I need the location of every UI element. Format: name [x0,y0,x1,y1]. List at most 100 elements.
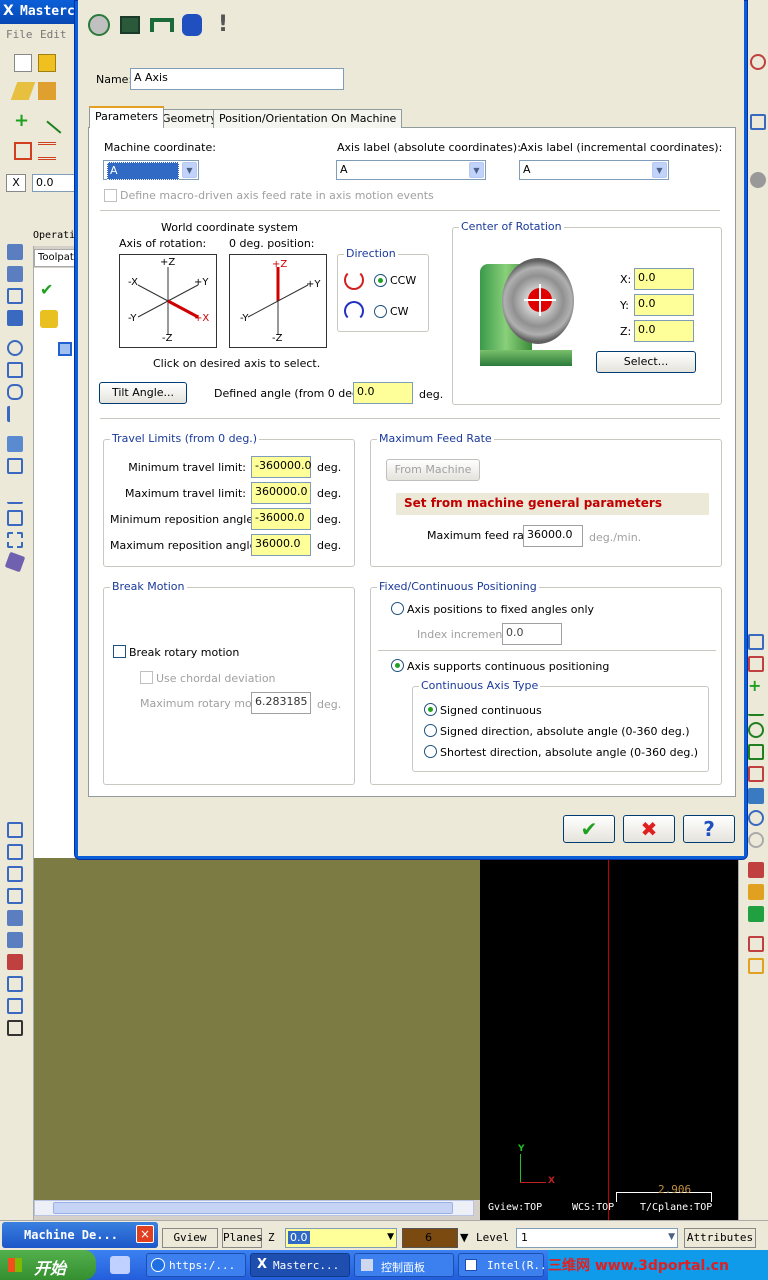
fixed-angles-radio[interactable] [391,602,404,615]
rot-py-label[interactable]: +Y [194,277,209,288]
right-icon-12[interactable] [748,810,764,826]
min-repo-input[interactable]: -36000.0 [251,508,311,530]
side-icon-3[interactable] [7,288,23,304]
zero-py-label[interactable]: +Y [306,279,321,290]
z-field[interactable]: 0.0 ▼ [285,1228,397,1248]
side-icon-20[interactable] [7,932,23,948]
side-icon-18[interactable] [7,888,23,904]
signed-cont-radio[interactable] [424,703,437,716]
side-icon-22[interactable] [7,976,23,992]
machine-def-close-icon[interactable]: × [136,1225,154,1243]
right-icon-11[interactable] [748,788,764,804]
side-icon-21[interactable] [7,954,23,970]
use-chordal-checkbox[interactable] [140,671,153,684]
chevron-down-icon[interactable]: ▼ [182,162,197,178]
side-icon-15[interactable] [7,822,23,838]
tab-position-orientation[interactable]: Position/Orientation On Machine [213,109,403,128]
taskbar-item-4[interactable]: Intel(R... [458,1253,553,1277]
chevron-down-icon[interactable]: ▼ [469,162,484,178]
quicklaunch-icon[interactable] [110,1256,130,1274]
component-icon[interactable] [120,16,140,34]
side-icon-16[interactable] [7,844,23,860]
cancel-button[interactable]: ✖ [623,815,675,843]
side-icon-8[interactable] [7,406,23,422]
name-input[interactable]: A Axis [130,68,344,90]
taskbar-item-2[interactable]: X Masterc... [250,1253,350,1277]
side-icon-13[interactable] [7,532,23,548]
measure-icon[interactable] [38,82,56,100]
side-icon-1[interactable] [7,244,23,260]
right-icon-13[interactable] [748,832,764,848]
max-feed-input[interactable]: 36000.0 [523,525,583,547]
y-input[interactable]: 0.0 [634,294,694,316]
graphics-viewport[interactable]: Y X 2.906 Gview:TOP WCS:TOP T/Cplane:TOP [480,856,738,1220]
right-icon-9[interactable] [748,744,764,760]
z-input[interactable]: 0.0 [634,320,694,342]
color-dropdown-icon[interactable]: ▼ [460,1231,468,1244]
side-icon-2[interactable] [7,266,23,282]
right-icon-16[interactable] [748,906,764,922]
zero-deg-picker[interactable]: +Z +Y -Y -Z [229,254,327,348]
select-button[interactable]: Select... [596,351,696,373]
taskbar-item-3[interactable]: 控制面板 [354,1253,454,1277]
lock-icon[interactable] [40,310,58,328]
side-icon-24[interactable] [7,1020,23,1036]
ops-tab[interactable]: Operati [30,230,78,246]
axis-label-abs-select[interactable]: A ▼ [336,160,486,180]
menu-file[interactable]: File [6,28,33,41]
right-icon-3[interactable] [750,172,766,188]
side-icon-17[interactable] [7,866,23,882]
horizontal-scrollbar[interactable] [34,1200,474,1216]
warning-icon[interactable]: ! [218,12,228,37]
machine-def-tab[interactable]: Machine De... × [2,1222,158,1248]
index-inc-input[interactable]: 0.0 [502,623,562,645]
scrollbar-thumb[interactable] [53,1202,453,1214]
side-icon-9[interactable] [7,436,23,452]
start-button[interactable]: 开始 [0,1250,96,1280]
right-icon-17[interactable] [748,936,764,952]
max-rotary-input[interactable]: 6.283185 [251,692,311,714]
planes-button[interactable]: Planes [222,1228,263,1248]
x-input[interactable]: 0.0 [634,268,694,290]
cw-radio[interactable] [374,305,387,318]
gview-button[interactable]: Gview [162,1228,218,1248]
side-icon-10[interactable] [7,458,23,474]
attributes-button[interactable]: Attributes [684,1228,756,1248]
rot-mz-label[interactable]: -Z [162,333,172,344]
side-icon-5[interactable] [7,340,23,356]
machine-icon[interactable] [88,14,110,36]
right-icon-18[interactable] [748,958,764,974]
zero-pz-label[interactable]: +Z [272,259,287,270]
grid-icon[interactable] [14,142,32,160]
zero-my-label[interactable]: -Y [240,313,249,324]
table-icon[interactable] [38,142,56,160]
right-icon-10[interactable] [748,766,764,782]
rot-my-label[interactable]: -Y [128,313,137,324]
macro-feed-checkbox[interactable] [104,189,117,202]
axis-rotation-picker[interactable]: +Z -X +Y -Y +X -Z [119,254,217,348]
side-icon-23[interactable] [7,998,23,1014]
right-icon-15[interactable] [748,884,764,900]
break-rotary-checkbox[interactable] [113,645,126,658]
coord-field[interactable]: 0.0 [32,174,78,192]
zero-mz-label[interactable]: -Z [272,333,282,344]
level-field[interactable]: 1 ▼ [516,1228,678,1248]
level-dropdown-icon[interactable]: ▼ [668,1232,675,1242]
tab-parameters[interactable]: Parameters [89,106,164,128]
tilt-angle-button[interactable]: Tilt Angle... [99,382,187,404]
signed-dir-radio[interactable] [424,724,437,737]
continuous-radio[interactable] [391,659,404,672]
machine-coord-select[interactable]: A ▼ [103,160,199,180]
right-icon-14[interactable] [748,862,764,878]
open-folder-icon[interactable] [38,54,56,72]
side-icon-19[interactable] [7,910,23,926]
right-icon-5[interactable] [748,656,764,672]
from-machine-button[interactable]: From Machine [386,459,480,481]
right-icon-8[interactable] [748,722,764,738]
max-repo-input[interactable]: 36000.0 [251,534,311,556]
bracket-icon[interactable] [150,18,174,32]
side-icon-7[interactable] [7,384,23,400]
help-button[interactable]: ? [683,815,735,843]
side-icon-12[interactable] [7,510,23,526]
ccw-radio[interactable] [374,274,387,287]
